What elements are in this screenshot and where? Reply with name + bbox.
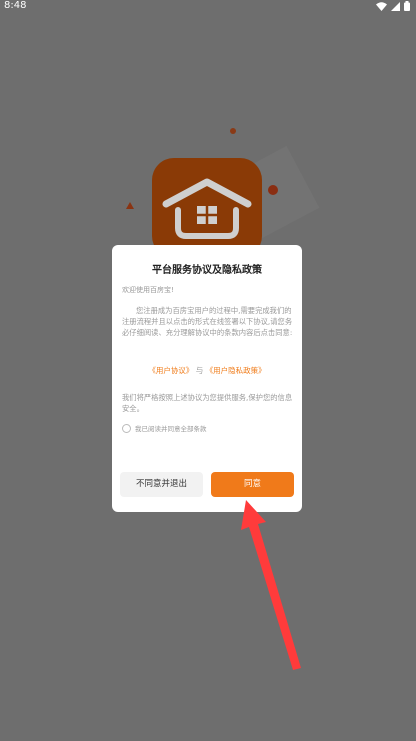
status-icons xyxy=(376,1,410,11)
signal-icon xyxy=(391,1,400,11)
security-notice-text: 我们将严格按照上述协议为您提供服务,保护您的信息安全。 xyxy=(122,393,293,413)
decline-and-exit-button[interactable]: 不同意并退出 xyxy=(120,472,203,497)
background-dot-decoration xyxy=(230,128,236,134)
wifi-icon xyxy=(376,1,387,11)
background-triangle-decoration xyxy=(126,202,134,209)
conjunction-text: 与 xyxy=(195,366,204,375)
dialog-title: 平台服务协议及隐私政策 xyxy=(152,265,262,276)
status-time: 8:48 xyxy=(4,0,27,11)
agreement-links-row: 《用户协议》 与 《用户隐私政策》 xyxy=(112,365,302,376)
agree-button[interactable]: 同意 xyxy=(211,472,294,497)
status-bar: 8:48 xyxy=(0,0,416,14)
user-agreement-link[interactable]: 《用户协议》 xyxy=(148,366,193,375)
agree-checkbox[interactable] xyxy=(122,423,131,433)
agree-checkbox-row[interactable]: 我已阅读并同意全部条款 xyxy=(122,423,207,433)
background-dot-decoration xyxy=(268,185,278,195)
privacy-policy-dialog: 平台服务协议及隐私政策 欢迎使用百房宝! 您注册成为百房宝用户的过程中,需要完成… xyxy=(112,245,302,512)
privacy-policy-link[interactable]: 《用户隐私政策》 xyxy=(206,366,266,375)
app-logo-icon xyxy=(152,158,262,258)
battery-icon xyxy=(404,1,410,11)
greeting-text: 欢迎使用百房宝! xyxy=(122,286,174,294)
dialog-body-text: 您注册成为百房宝用户的过程中,需要完成我们的注册流程并且以点击的形式在线签署以下… xyxy=(122,306,293,337)
agree-checkbox-label[interactable]: 我已阅读并同意全部条款 xyxy=(135,423,207,433)
